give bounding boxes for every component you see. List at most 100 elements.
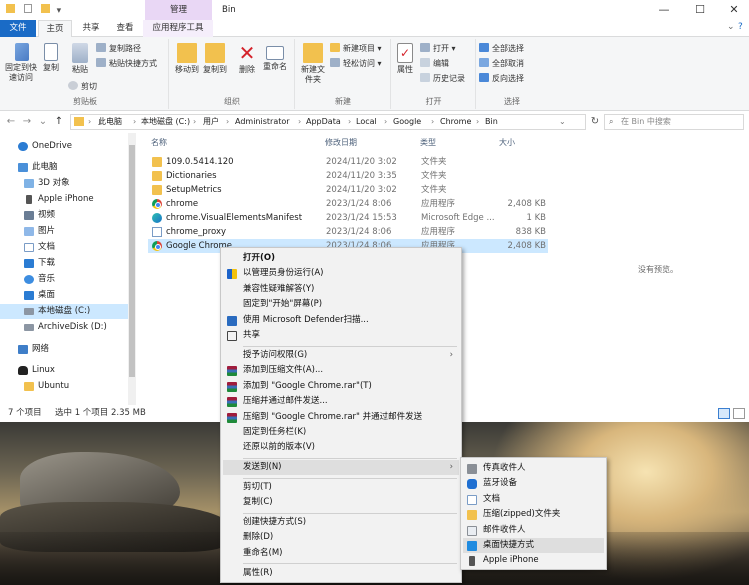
menu-item-share[interactable]: 共享 xyxy=(223,328,459,343)
nav-item-apple-iphone[interactable]: Apple iPhone xyxy=(0,192,128,207)
nav-item-documents[interactable]: 文档 xyxy=(0,240,128,255)
breadcrumb-item[interactable]: Administrator xyxy=(235,115,290,129)
title-bar[interactable] xyxy=(0,0,749,20)
history-button[interactable]: 历史记录 xyxy=(420,73,465,85)
select-none-button[interactable]: 全部取消 xyxy=(479,58,524,70)
menu-item-troubleshoot-compatibility[interactable]: 兼容性疑难解答(Y) xyxy=(223,282,459,297)
nav-item-this-pc[interactable]: 此电脑 xyxy=(0,160,128,175)
close-button[interactable]: ✕ xyxy=(717,0,749,20)
breadcrumb-item[interactable]: 用户 xyxy=(203,115,219,129)
menu-item-add-to-rar[interactable]: 添加到 "Google Chrome.rar"(T) xyxy=(223,379,459,394)
breadcrumb-item[interactable]: Local xyxy=(356,115,377,129)
column-header-name[interactable]: 名称 xyxy=(151,137,167,148)
move-to-button[interactable]: 移动到 xyxy=(174,43,200,75)
select-all-button[interactable]: 全部选择 xyxy=(479,43,524,55)
nav-item-downloads[interactable]: 下载 xyxy=(0,256,128,271)
menu-item-compress-and-email[interactable]: 压缩并通过邮件发送... xyxy=(223,394,459,409)
menu-item-delete[interactable]: 删除(D) xyxy=(223,530,459,545)
copy-button[interactable]: 复制 xyxy=(40,43,62,73)
nav-item-linux[interactable]: Linux xyxy=(0,363,128,378)
send-to-documents[interactable]: 文档 xyxy=(463,492,604,507)
column-header-type[interactable]: 类型 xyxy=(420,137,436,148)
menu-item-defender-scan[interactable]: 使用 Microsoft Defender扫描... xyxy=(223,313,459,328)
menu-item-run-as-admin[interactable]: 以管理员身份运行(A) xyxy=(223,266,459,281)
chevron-down-icon[interactable]: ⌄ xyxy=(559,115,566,129)
new-folder-button[interactable]: 新建文件夹 xyxy=(298,43,328,85)
file-row[interactable]: chrome 2023/1/24 8:06 应用程序 2,408 KB xyxy=(148,197,548,211)
tab-application-tools[interactable]: 应用程序工具 xyxy=(143,20,213,37)
menu-item-create-shortcut[interactable]: 创建快捷方式(S) xyxy=(223,515,459,530)
menu-item-open[interactable]: 打开(O) xyxy=(223,251,459,266)
copy-path-button[interactable]: 复制路径 xyxy=(96,43,141,55)
menu-item-pin-to-taskbar[interactable]: 固定到任务栏(K) xyxy=(223,425,459,440)
file-row[interactable]: chrome.VisualElementsManifest 2023/1/24 1… xyxy=(148,211,548,225)
new-folder-icon[interactable] xyxy=(40,4,50,13)
breadcrumb-item[interactable]: Google xyxy=(393,115,421,129)
breadcrumb-item[interactable]: 此电脑 xyxy=(98,115,122,129)
tab-home[interactable]: 主页 xyxy=(38,20,72,37)
properties-button[interactable]: ✓ 属性 xyxy=(394,43,416,75)
large-icons-view-icon[interactable] xyxy=(733,408,745,419)
back-arrow-icon[interactable]: ← xyxy=(4,112,18,132)
open-button[interactable]: 打开 ▾ xyxy=(420,43,456,55)
chevron-down-icon[interactable]: ▾ xyxy=(57,6,62,16)
file-row[interactable]: 109.0.5414.120 2024/11/20 3:02 文件夹 xyxy=(148,155,548,169)
easy-access-button[interactable]: 轻松访问 ▾ xyxy=(330,58,382,70)
column-header-date[interactable]: 修改日期 xyxy=(325,137,357,148)
menu-item-give-access[interactable]: 授予访问权限(G) › xyxy=(223,348,459,363)
file-row[interactable]: SetupMetrics 2024/11/20 3:02 文件夹 xyxy=(148,183,548,197)
nav-item-music[interactable]: 音乐 xyxy=(0,272,128,287)
breadcrumb-item[interactable]: 本地磁盘 (C:) xyxy=(141,115,190,129)
paste-button[interactable]: 粘贴 xyxy=(66,43,94,75)
send-to-mail-recipient[interactable]: 邮件收件人 xyxy=(463,523,604,538)
forward-arrow-icon[interactable]: → xyxy=(20,112,34,132)
pin-quick-access-button[interactable]: 固定到快速访问 xyxy=(4,43,40,83)
recent-locations-chevron-icon[interactable]: ⌄ xyxy=(36,112,50,132)
menu-item-copy[interactable]: 复制(C) xyxy=(223,495,459,510)
send-to-bluetooth[interactable]: 蓝牙设备 xyxy=(463,476,604,491)
address-bar[interactable]: › 此电脑 › 本地磁盘 (C:) › 用户 › Administrator ›… xyxy=(70,114,586,130)
scrollbar-thumb[interactable] xyxy=(129,145,135,377)
details-view-icon[interactable] xyxy=(718,408,730,419)
breadcrumb-item[interactable]: AppData xyxy=(306,115,341,129)
send-to-fax-recipient[interactable]: 传真收件人 xyxy=(463,461,604,476)
send-to-zip-folder[interactable]: 压缩(zipped)文件夹 xyxy=(463,507,604,522)
help-icon[interactable]: ? xyxy=(738,22,743,32)
search-input[interactable]: ⌕ 在 Bin 中搜索 xyxy=(604,114,744,130)
file-row[interactable]: Dictionaries 2024/11/20 3:35 文件夹 xyxy=(148,169,548,183)
tab-share[interactable]: 共享 xyxy=(74,20,108,37)
send-to-apple-iphone[interactable]: Apple iPhone xyxy=(463,553,604,568)
up-arrow-icon[interactable]: ↑ xyxy=(52,112,66,132)
menu-item-send-to[interactable]: 发送到(N) › xyxy=(223,460,459,476)
nav-item-onedrive[interactable]: OneDrive xyxy=(0,139,128,154)
properties-icon[interactable] xyxy=(23,4,32,13)
rename-button[interactable]: 重命名 xyxy=(260,43,290,72)
file-row[interactable]: chrome_proxy 2023/1/24 8:06 应用程序 838 KB xyxy=(148,225,548,239)
paste-shortcut-button[interactable]: 粘贴快捷方式 xyxy=(96,58,157,70)
menu-item-rename[interactable]: 重命名(M) xyxy=(223,546,459,561)
edit-button[interactable]: 编辑 xyxy=(420,58,449,70)
menu-item-restore-previous-versions[interactable]: 还原以前的版本(V) xyxy=(223,440,459,455)
tab-view[interactable]: 查看 xyxy=(108,20,142,37)
nav-item-videos[interactable]: 视频 xyxy=(0,208,128,223)
copy-to-button[interactable]: 复制到 xyxy=(202,43,228,75)
delete-button[interactable]: ✕ 删除 xyxy=(236,43,258,75)
nav-item-ubuntu[interactable]: Ubuntu xyxy=(0,379,128,394)
breadcrumb-item[interactable]: Bin xyxy=(485,115,498,129)
column-header-size[interactable]: 大小 xyxy=(499,137,515,148)
nav-item-desktop[interactable]: 桌面 xyxy=(0,288,128,303)
invert-selection-button[interactable]: 反向选择 xyxy=(479,73,524,85)
nav-item-pictures[interactable]: 图片 xyxy=(0,224,128,239)
menu-item-properties[interactable]: 属性(R) xyxy=(223,566,459,581)
nav-item-archive-disk-d[interactable]: ArchiveDisk (D:) xyxy=(0,320,128,335)
chevron-down-icon[interactable]: ⌄ xyxy=(727,22,735,32)
nav-item-3d-objects[interactable]: 3D 对象 xyxy=(0,176,128,191)
menu-item-pin-to-start[interactable]: 固定到"开始"屏幕(P) xyxy=(223,297,459,312)
quick-access-toolbar[interactable]: ▾ xyxy=(6,4,66,16)
tab-file[interactable]: 文件 xyxy=(0,20,36,37)
menu-item-cut[interactable]: 剪切(T) xyxy=(223,480,459,495)
send-to-desktop-shortcut[interactable]: 桌面快捷方式 xyxy=(463,538,604,554)
nav-item-network[interactable]: 网络 xyxy=(0,342,128,357)
menu-item-compress-rar-and-email[interactable]: 压缩到 "Google Chrome.rar" 并通过邮件发送 xyxy=(223,410,459,425)
menu-item-add-to-archive[interactable]: 添加到压缩文件(A)... xyxy=(223,363,459,378)
